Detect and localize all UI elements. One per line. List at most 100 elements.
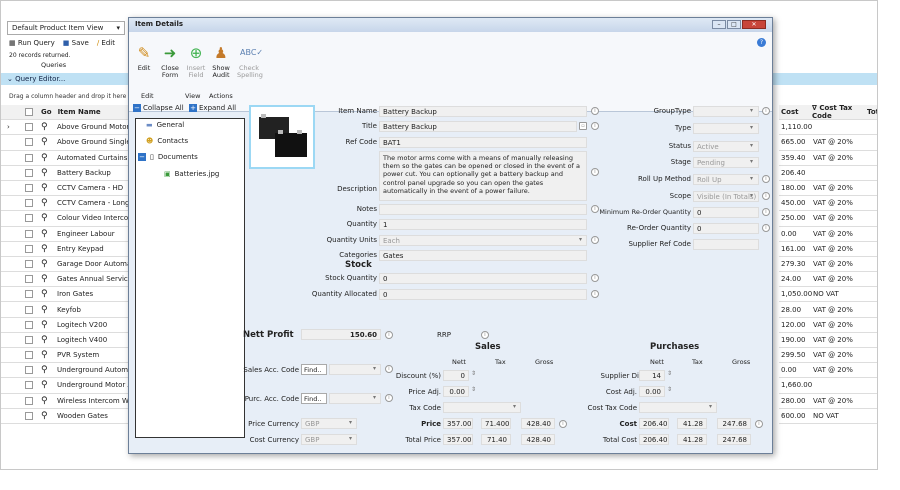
search-icon[interactable]: ⚲	[41, 305, 51, 315]
tree-item-general[interactable]: ▬ General	[146, 121, 184, 129]
notes-field[interactable]	[379, 204, 587, 215]
table-row-right[interactable]: 28.00 VAT @ 20%	[779, 302, 877, 318]
reorder-field[interactable]: 0	[693, 223, 759, 234]
cost-tax-code-select[interactable]	[639, 402, 717, 413]
table-row[interactable]: ⚲ Underground Motor Aut	[1, 378, 129, 394]
show-audit-button[interactable]: ♟ Show Audit	[211, 44, 231, 79]
table-row[interactable]: ⚲ Engineer Labour	[1, 227, 129, 242]
check-spelling-button[interactable]: ABC✓ Check Spelling	[237, 44, 263, 79]
col-total[interactable]: Tot	[867, 108, 877, 116]
col-cost[interactable]: Cost	[779, 108, 809, 116]
cost-tax-field[interactable]: 41.28	[677, 418, 707, 429]
table-row-right[interactable]: 1,660.00	[779, 378, 877, 394]
table-row-right[interactable]: 600.00 NO VAT	[779, 409, 877, 424]
price-adj-field[interactable]: 0.00	[443, 386, 469, 397]
minimize-button[interactable]: –	[712, 20, 726, 29]
edit-button[interactable]: / Edit	[97, 39, 115, 47]
row-checkbox[interactable]	[25, 366, 33, 375]
row-checkbox[interactable]	[25, 290, 33, 299]
spinner-icon[interactable]: ⇕	[667, 370, 672, 377]
table-row[interactable]: ⚲ Entry Keypad	[1, 242, 129, 257]
supplier-disc-field[interactable]: 14	[639, 370, 665, 381]
edit-ribbon-button[interactable]: ✎ Edit	[135, 44, 153, 72]
maximize-button[interactable]: □	[727, 20, 741, 29]
stock-quantity-field[interactable]: 0	[379, 273, 587, 284]
row-checkbox[interactable]	[25, 123, 33, 132]
row-checkbox[interactable]	[25, 275, 33, 284]
price-tax-field[interactable]: 71.400	[481, 418, 511, 429]
product-image[interactable]	[249, 105, 315, 169]
table-row[interactable]: ⚲ Iron Gates	[1, 287, 129, 303]
search-icon[interactable]: ⚲	[41, 122, 51, 132]
close-form-button[interactable]: ➜ Close Form	[159, 44, 181, 79]
quantity-units-select[interactable]: Each	[379, 235, 587, 246]
row-checkbox[interactable]	[25, 396, 33, 405]
table-row-right[interactable]: 250.00 VAT @ 20%	[779, 211, 877, 227]
table-row-right[interactable]: 120.00 VAT @ 20%	[779, 318, 877, 333]
row-checkbox[interactable]	[25, 351, 33, 360]
spinner-icon[interactable]: ⇕	[471, 370, 476, 377]
row-checkbox[interactable]	[25, 229, 33, 238]
col-cost-tax-code[interactable]: Cost Tax Code	[812, 104, 852, 120]
discount-field[interactable]: 0	[443, 370, 469, 381]
quantity-allocated-field[interactable]: 0	[379, 289, 587, 300]
tree-item-file[interactable]: ▣ Batteries.jpg	[164, 170, 219, 178]
quantity-field[interactable]: 1	[379, 219, 587, 230]
search-icon[interactable]: ⚲	[41, 350, 51, 360]
search-icon[interactable]: ⚲	[41, 335, 51, 345]
table-row-right[interactable]: 359.40 VAT @ 20%	[779, 151, 877, 166]
table-row-right[interactable]: 1,110.00	[779, 120, 877, 136]
row-checkbox[interactable]	[25, 153, 33, 162]
search-icon[interactable]: ⚲	[41, 396, 51, 406]
table-row[interactable]: ⚲ CCTV Camera - HD	[1, 181, 129, 197]
tree-item-documents[interactable]: − ▯ Documents	[138, 153, 198, 161]
table-row-right[interactable]: 190.00 VAT @ 20%	[779, 333, 877, 348]
row-checkbox[interactable]	[25, 381, 33, 390]
col-go[interactable]: Go	[41, 108, 52, 116]
table-row-right[interactable]: 0.00 VAT @ 20%	[779, 363, 877, 379]
title-field[interactable]: Battery Backup	[379, 121, 577, 132]
row-checkbox[interactable]	[25, 259, 33, 268]
insert-field-button[interactable]: ⊕ Insert Field	[185, 44, 207, 79]
collapse-icon[interactable]: −	[138, 153, 146, 161]
description-field[interactable]: The motor arms come with a means of manu…	[379, 151, 587, 201]
row-checkbox[interactable]	[25, 244, 33, 253]
table-row[interactable]: ⚲ Battery Backup	[1, 166, 129, 181]
search-icon[interactable]: ⚲	[41, 183, 51, 193]
close-button[interactable]: ✕	[742, 20, 766, 29]
table-row-right[interactable]: 450.00 VAT @ 20%	[779, 196, 877, 212]
cost-gross-field[interactable]: 247.68	[717, 418, 751, 429]
spinner-icon[interactable]: ⇕	[471, 386, 476, 393]
table-row[interactable]: ⚲ Colour Video Intercom	[1, 211, 129, 227]
table-row[interactable]: ⚲ CCTV Camera - Long R	[1, 196, 129, 212]
search-icon[interactable]: ⚲	[41, 244, 51, 254]
table-row-right[interactable]: 279.30 VAT @ 20%	[779, 257, 877, 273]
tax-code-select[interactable]	[443, 402, 521, 413]
help-icon[interactable]: ?	[757, 38, 766, 47]
purc-acc-find-button[interactable]: Find..	[301, 393, 327, 404]
table-row[interactable]: ⚲ Automated Curtains	[1, 151, 129, 166]
cost-adj-field[interactable]: 0.00	[639, 386, 665, 397]
select-all-checkbox[interactable]	[25, 108, 33, 117]
table-row[interactable]: ⚲ Logitech V200	[1, 318, 129, 333]
search-icon[interactable]: ⚲	[41, 213, 51, 223]
table-row[interactable]: ⚲ Logitech V400	[1, 333, 129, 348]
cost-nett-field[interactable]: 206.40	[639, 418, 669, 429]
table-row[interactable]: ⚲ Gates Annual Service	[1, 272, 129, 288]
supplier-ref-field[interactable]	[693, 239, 759, 250]
table-row-right[interactable]: 299.50 VAT @ 20%	[779, 348, 877, 364]
search-icon[interactable]: ⚲	[41, 411, 51, 421]
row-checkbox[interactable]	[25, 411, 33, 420]
table-row[interactable]: ⚲ Wooden Gates	[1, 409, 129, 424]
search-icon[interactable]: ⚲	[41, 320, 51, 330]
price-gross-field[interactable]: 428.40	[521, 418, 555, 429]
table-row[interactable]: ⚲ Wireless Intercom With	[1, 394, 129, 409]
run-query-button[interactable]: ▦ Run Query	[9, 39, 55, 47]
table-row[interactable]: ⚲ Keyfob	[1, 302, 129, 318]
table-row-right[interactable]: 180.00 VAT @ 20%	[779, 181, 877, 197]
tree-item-contacts[interactable]: ☻ Contacts	[146, 137, 188, 145]
row-checkbox[interactable]	[25, 214, 33, 223]
table-row[interactable]: ⚲ Garage Door Automatic	[1, 257, 129, 273]
search-icon[interactable]: ⚲	[41, 365, 51, 375]
table-row[interactable]: ⚲ PVR System	[1, 348, 129, 364]
